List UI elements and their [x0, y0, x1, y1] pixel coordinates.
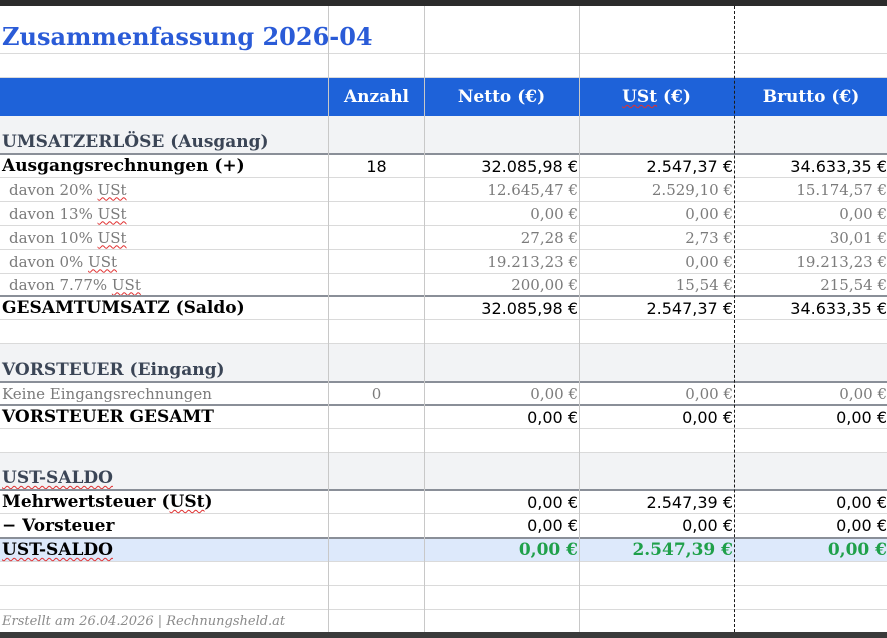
- section-ust-saldo: UST-SALDO: [0, 453, 887, 490]
- netto-cell[interactable]: 19.213,23 €: [425, 250, 579, 273]
- netto-cell[interactable]: 0,00 €: [425, 491, 579, 513]
- row-label-text: davon 0% USt: [9, 252, 117, 271]
- netto-cell[interactable]: 0,00 €: [425, 539, 579, 561]
- row-label[interactable]: Mehrwertsteuer (USt): [2, 491, 328, 513]
- row-label[interactable]: GESAMTUMSATZ (Saldo): [2, 297, 328, 319]
- brutto-cell[interactable]: 0,00 €: [735, 491, 887, 513]
- section-vorsteuer: VORSTEUER (Eingang): [0, 344, 887, 382]
- brutto-cell[interactable]: 0,00 €: [735, 539, 887, 561]
- netto-cell[interactable]: 32.085,98 €: [425, 155, 579, 177]
- netto-cell[interactable]: 0,00 €: [425, 514, 579, 537]
- table-row-saldo: UST-SALDO 0,00 € 2.547,39 € 0,00 €: [0, 537, 887, 562]
- header-cell-brutto[interactable]: Brutto (€): [735, 78, 887, 116]
- table-row: − Vorsteuer 0,00 € 0,00 € 0,00 €: [0, 514, 887, 538]
- header-cell-netto[interactable]: Netto (€): [425, 78, 579, 116]
- netto-cell[interactable]: 12.645,47 €: [425, 178, 579, 201]
- ust-cell[interactable]: 0,00 €: [580, 514, 734, 537]
- section-title[interactable]: VORSTEUER (Eingang): [2, 344, 328, 381]
- row-label[interactable]: Ausgangsrechnungen (+): [2, 155, 328, 177]
- page-title[interactable]: Zusammenfassung 2026-04: [2, 6, 373, 53]
- anzahl-cell[interactable]: 18: [329, 155, 424, 177]
- section-title-text: UST-SALDO: [2, 468, 113, 488]
- table-row-total: GESAMTUMSATZ (Saldo) 32.085,98 € 2.547,3…: [0, 295, 887, 320]
- section-title[interactable]: UST-SALDO: [2, 453, 328, 489]
- row-label-text: davon 20% USt: [9, 180, 127, 199]
- section-title[interactable]: UMSATZERLÖSE (Ausgang): [2, 116, 328, 153]
- brutto-cell[interactable]: 19.213,23 €: [735, 250, 887, 273]
- row-label[interactable]: VORSTEUER GESAMT: [2, 406, 328, 428]
- ust-cell[interactable]: 15,54 €: [580, 274, 734, 295]
- brutto-cell[interactable]: 0,00 €: [735, 514, 887, 537]
- row-label[interactable]: davon 13% USt: [9, 202, 335, 225]
- ust-cell[interactable]: 2.547,37 €: [580, 297, 734, 319]
- row-label[interactable]: − Vorsteuer: [2, 514, 328, 537]
- row-label[interactable]: davon 7.77% USt: [9, 274, 335, 295]
- spacer-row: [0, 54, 887, 78]
- row-label-text: davon 10% USt: [9, 228, 127, 247]
- row-label[interactable]: Keine Eingangsrechnungen: [2, 383, 328, 404]
- table-row: davon 10% USt 27,28 € 2,73 € 30,01 €: [0, 226, 887, 250]
- ust-cell[interactable]: 0,00 €: [580, 406, 734, 428]
- brutto-cell[interactable]: 15.174,57 €: [735, 178, 887, 201]
- table-header: Anzahl Netto (€) USt (€) Brutto (€): [0, 78, 887, 116]
- ust-cell[interactable]: 0,00 €: [580, 202, 734, 225]
- footer-row: Erstellt am 26.04.2026 | Rechnungsheld.a…: [0, 610, 887, 632]
- bottom-edge: [0, 632, 887, 638]
- row-label-text: davon 13% USt: [9, 204, 127, 223]
- brutto-cell[interactable]: 0,00 €: [735, 202, 887, 225]
- netto-cell[interactable]: 0,00 €: [425, 383, 579, 404]
- brutto-cell[interactable]: 30,01 €: [735, 226, 887, 249]
- column-divider: [424, 6, 425, 632]
- brutto-cell[interactable]: 34.633,35 €: [735, 155, 887, 177]
- row-label[interactable]: davon 0% USt: [9, 250, 335, 273]
- spacer-row: [0, 586, 887, 610]
- spacer-row: [0, 429, 887, 453]
- netto-cell[interactable]: 0,00 €: [425, 406, 579, 428]
- table-row: davon 20% USt 12.645,47 € 2.529,10 € 15.…: [0, 178, 887, 202]
- brutto-cell[interactable]: 0,00 €: [735, 406, 887, 428]
- row-label-text: davon 7.77% USt: [9, 275, 141, 294]
- table-row: davon 13% USt 0,00 € 0,00 € 0,00 €: [0, 202, 887, 226]
- header-ust-text: USt (€): [622, 87, 691, 107]
- table-row-total: VORSTEUER GESAMT 0,00 € 0,00 € 0,00 €: [0, 404, 887, 429]
- ust-cell[interactable]: 2.547,39 €: [580, 539, 734, 561]
- netto-cell[interactable]: 0,00 €: [425, 202, 579, 225]
- header-cell-anzahl[interactable]: Anzahl: [329, 78, 424, 116]
- table-row: davon 0% USt 19.213,23 € 0,00 € 19.213,2…: [0, 250, 887, 274]
- row-label-text: UST-SALDO: [2, 540, 113, 560]
- netto-cell[interactable]: 32.085,98 €: [425, 297, 579, 319]
- table-row: davon 7.77% USt 200,00 € 15,54 € 215,54 …: [0, 274, 887, 296]
- row-label[interactable]: UST-SALDO: [2, 539, 328, 561]
- ust-cell[interactable]: 0,00 €: [580, 383, 734, 404]
- footer-note[interactable]: Erstellt am 26.04.2026 | Rechnungsheld.a…: [2, 610, 328, 632]
- row-label[interactable]: davon 10% USt: [9, 226, 335, 249]
- ust-cell[interactable]: 2,73 €: [580, 226, 734, 249]
- section-umsatz: UMSATZERLÖSE (Ausgang): [0, 116, 887, 154]
- table-row: Ausgangsrechnungen (+) 18 32.085,98 € 2.…: [0, 153, 887, 178]
- ust-cell[interactable]: 2.547,39 €: [580, 491, 734, 513]
- row-label[interactable]: davon 20% USt: [9, 178, 335, 201]
- anzahl-cell[interactable]: 0: [329, 383, 424, 404]
- netto-cell[interactable]: 200,00 €: [425, 274, 579, 295]
- brutto-cell[interactable]: 34.633,35 €: [735, 297, 887, 319]
- column-divider: [579, 6, 580, 632]
- spacer-row: [0, 320, 887, 344]
- table-row: Keine Eingangsrechnungen 0 0,00 € 0,00 €…: [0, 381, 887, 405]
- brutto-cell[interactable]: 0,00 €: [735, 383, 887, 404]
- netto-cell[interactable]: 27,28 €: [425, 226, 579, 249]
- table-row: Mehrwertsteuer (USt) 0,00 € 2.547,39 € 0…: [0, 489, 887, 514]
- page-break-line: [734, 6, 735, 632]
- brutto-cell[interactable]: 215,54 €: [735, 274, 887, 295]
- ust-cell[interactable]: 2.547,37 €: [580, 155, 734, 177]
- ust-cell[interactable]: 2.529,10 €: [580, 178, 734, 201]
- spacer-row: [0, 562, 887, 586]
- header-cell-ust[interactable]: USt (€): [580, 78, 734, 116]
- ust-cell[interactable]: 0,00 €: [580, 250, 734, 273]
- column-divider: [328, 6, 329, 632]
- title-row: Zusammenfassung 2026-04: [0, 6, 887, 54]
- header-cell-label[interactable]: [2, 78, 328, 116]
